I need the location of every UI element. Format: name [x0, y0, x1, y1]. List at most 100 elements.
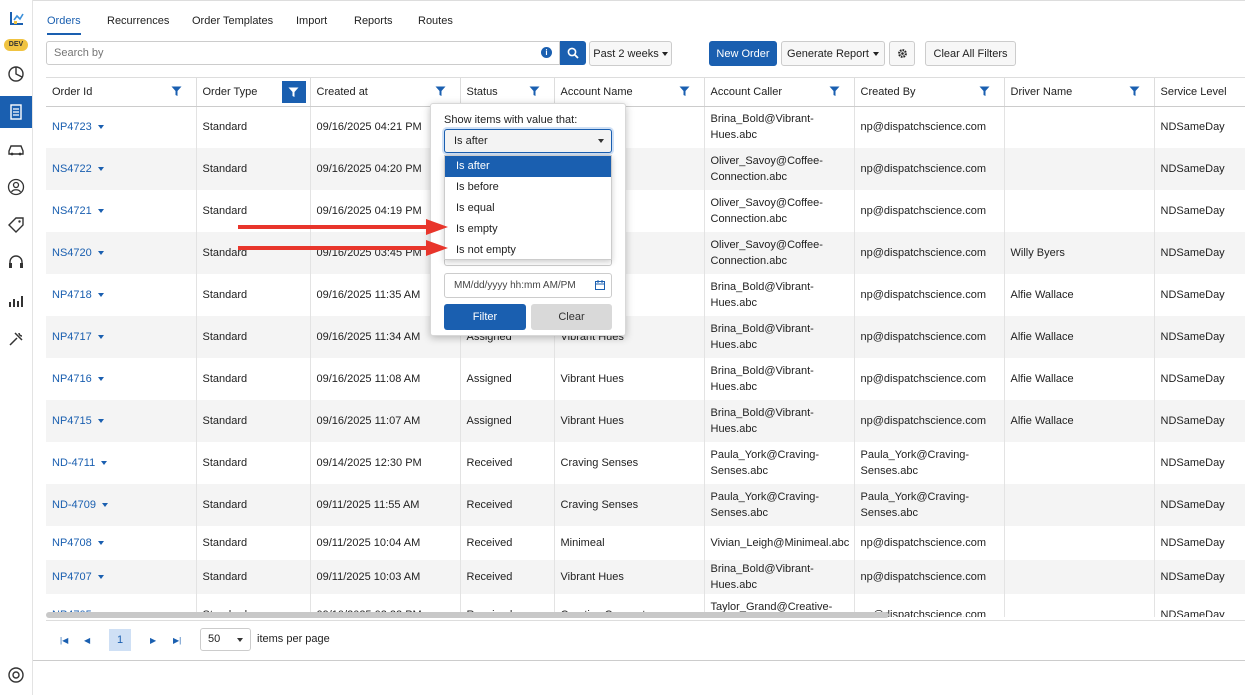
analytics-icon[interactable]	[0, 286, 32, 316]
filter-clear-button[interactable]: Clear	[531, 304, 612, 330]
table-row[interactable]: NP4716 Standard 09/16/2025 11:08 AM Assigne…	[46, 358, 1245, 400]
column-header-order-id[interactable]: Order Id	[46, 78, 197, 107]
calendar-icon[interactable]	[595, 280, 605, 290]
search-button[interactable]	[560, 41, 586, 65]
order-id-link[interactable]: NP4717	[52, 331, 92, 343]
filter-apply-button[interactable]: Filter	[444, 304, 526, 330]
pricing-tag-icon[interactable]	[0, 210, 32, 240]
option-is-before[interactable]: Is before	[445, 177, 611, 198]
table-row[interactable]: ND-4711 Standard 09/14/2025 12:30 PM Receiv…	[46, 442, 1245, 484]
dashboard-icon[interactable]	[0, 59, 32, 89]
clear-all-filters-button[interactable]: Clear All Filters	[925, 41, 1016, 66]
page-number-button[interactable]: 1	[109, 629, 131, 651]
order-id-link[interactable]: NP4718	[52, 289, 92, 301]
table-row[interactable]: NP4707 Standard 09/11/2025 10:03 AM Receive…	[46, 560, 1245, 594]
column-header-account-caller[interactable]: Account Caller	[704, 78, 855, 107]
generate-report-dropdown[interactable]: Generate Report	[781, 41, 885, 66]
table-row[interactable]: NP4717 Standard 09/16/2025 11:34 AM Assigne…	[46, 316, 1245, 358]
column-header-status[interactable]: Status	[460, 78, 555, 107]
tab-order-templates[interactable]: Order Templates	[192, 15, 273, 35]
filter-icon[interactable]	[1129, 86, 1140, 97]
table-row[interactable]: NS4721Standard09/16/2025 04:19 PMctionOl…	[46, 190, 1245, 232]
column-header-created-by[interactable]: Created By	[854, 78, 1005, 107]
account-caller-cell: Oliver_Savoy@Coffee- Connection.abc	[704, 232, 855, 274]
service-level-text: NDSameDay	[1160, 121, 1225, 134]
order-type-text: Standard	[202, 163, 248, 175]
search-input[interactable]	[46, 41, 560, 65]
settings-button[interactable]	[889, 41, 915, 66]
chevron-down-icon[interactable]	[102, 503, 109, 508]
items-per-page-select[interactable]: 50	[200, 628, 251, 651]
column-header-order-type[interactable]: Order Type	[196, 78, 311, 107]
option-is-equal[interactable]: Is equal	[445, 198, 611, 219]
table-row[interactable]: NP4708 Standard 09/11/2025 10:04 AM Receive…	[46, 526, 1245, 560]
vehicle-icon[interactable]	[0, 134, 32, 164]
filter-active-icon[interactable]	[281, 81, 306, 103]
table-row[interactable]: NP4718 Standard 09/16/2025 11:35 AM Brina_B…	[46, 274, 1245, 316]
new-order-button[interactable]: New Order	[709, 41, 777, 66]
support-headset-icon[interactable]	[0, 248, 32, 278]
order-id-link[interactable]: NS4722	[52, 163, 92, 175]
option-is-not-empty[interactable]: Is not empty	[445, 240, 611, 261]
info-icon[interactable]: i	[541, 47, 552, 58]
tab-orders[interactable]: Orders	[47, 15, 81, 35]
chevron-down-icon[interactable]	[97, 125, 104, 130]
chevron-down-icon[interactable]	[97, 575, 104, 580]
option-is-after[interactable]: Is after	[445, 156, 611, 177]
order-id-link[interactable]: NP4723	[52, 121, 92, 133]
chevron-down-icon[interactable]	[97, 293, 104, 298]
chevron-down-icon[interactable]	[97, 335, 104, 340]
filter-icon[interactable]	[979, 86, 990, 97]
table-row[interactable]: NP4723 Standard 09/16/2025 04:21 PM Brina_B…	[46, 106, 1245, 148]
order-id-link[interactable]: NS4721	[52, 205, 92, 217]
prev-page-icon[interactable]: ◀	[84, 636, 90, 645]
order-id-link[interactable]: ND-4711	[52, 457, 95, 469]
tab-reports[interactable]: Reports	[354, 15, 393, 35]
column-header-driver-name[interactable]: Driver Name	[1004, 78, 1155, 107]
chevron-down-icon[interactable]	[97, 419, 104, 424]
help-lifebuoy-icon[interactable]	[0, 660, 32, 690]
order-type-cell: Standard	[196, 274, 311, 316]
tools-icon[interactable]	[0, 324, 32, 354]
chevron-down-icon[interactable]	[97, 209, 104, 214]
filter-icon[interactable]	[829, 86, 840, 97]
table-row[interactable]: NS4722Standard09/16/2025 04:20 PMctionOl…	[46, 148, 1245, 190]
date-range-dropdown[interactable]: Past 2 weeks	[589, 41, 672, 66]
table-row[interactable]: NP4715 Standard 09/16/2025 11:07 AM Assigne…	[46, 400, 1245, 442]
option-is-empty[interactable]: Is empty	[445, 219, 611, 240]
column-header-service-level[interactable]: Service Level	[1154, 78, 1245, 107]
user-icon[interactable]	[0, 172, 32, 202]
order-id-link[interactable]: NP4707	[52, 571, 92, 583]
orders-icon[interactable]	[0, 96, 32, 128]
table-row[interactable]: NS4720Standard09/16/2025 03:45 PMctionOl…	[46, 232, 1245, 274]
app-logo-icon[interactable]	[0, 4, 32, 34]
first-page-icon[interactable]: |◀	[60, 636, 68, 645]
chevron-down-icon[interactable]	[97, 377, 104, 382]
tab-routes[interactable]: Routes	[418, 15, 453, 35]
date-input-placeholder: MM/dd/yyyy hh:mm AM/PM	[454, 280, 576, 291]
filter-icon[interactable]	[679, 86, 690, 97]
order-id-link[interactable]: NP4708	[52, 537, 92, 549]
order-id-link[interactable]: NP4715	[52, 415, 92, 427]
order-id-link[interactable]: NS4720	[52, 247, 92, 259]
tab-recurrences[interactable]: Recurrences	[107, 15, 169, 35]
filter-icon[interactable]	[171, 86, 182, 97]
table-row[interactable]: ND-4709 Standard 09/11/2025 11:55 AM Receiv…	[46, 484, 1245, 526]
column-header-created-at[interactable]: Created at	[310, 78, 461, 107]
column-header-account-name[interactable]: Account Name	[554, 78, 705, 107]
chevron-down-icon[interactable]	[97, 167, 104, 172]
order-id-link[interactable]: NP4716	[52, 373, 92, 385]
last-page-icon[interactable]: ▶|	[173, 636, 181, 645]
next-page-icon[interactable]: ▶	[150, 636, 156, 645]
chevron-down-icon[interactable]	[97, 541, 104, 546]
status-cell: Received	[460, 442, 555, 484]
horizontal-scrollbar[interactable]	[46, 612, 889, 618]
tab-import[interactable]: Import	[296, 15, 327, 35]
chevron-down-icon[interactable]	[97, 251, 104, 256]
filter-date-input[interactable]: MM/dd/yyyy hh:mm AM/PM	[444, 273, 612, 298]
filter-icon[interactable]	[435, 86, 446, 97]
order-id-link[interactable]: ND-4709	[52, 499, 96, 511]
filter-operator-select[interactable]: Is after	[444, 129, 612, 153]
chevron-down-icon[interactable]	[101, 461, 108, 466]
filter-icon[interactable]	[529, 86, 540, 97]
